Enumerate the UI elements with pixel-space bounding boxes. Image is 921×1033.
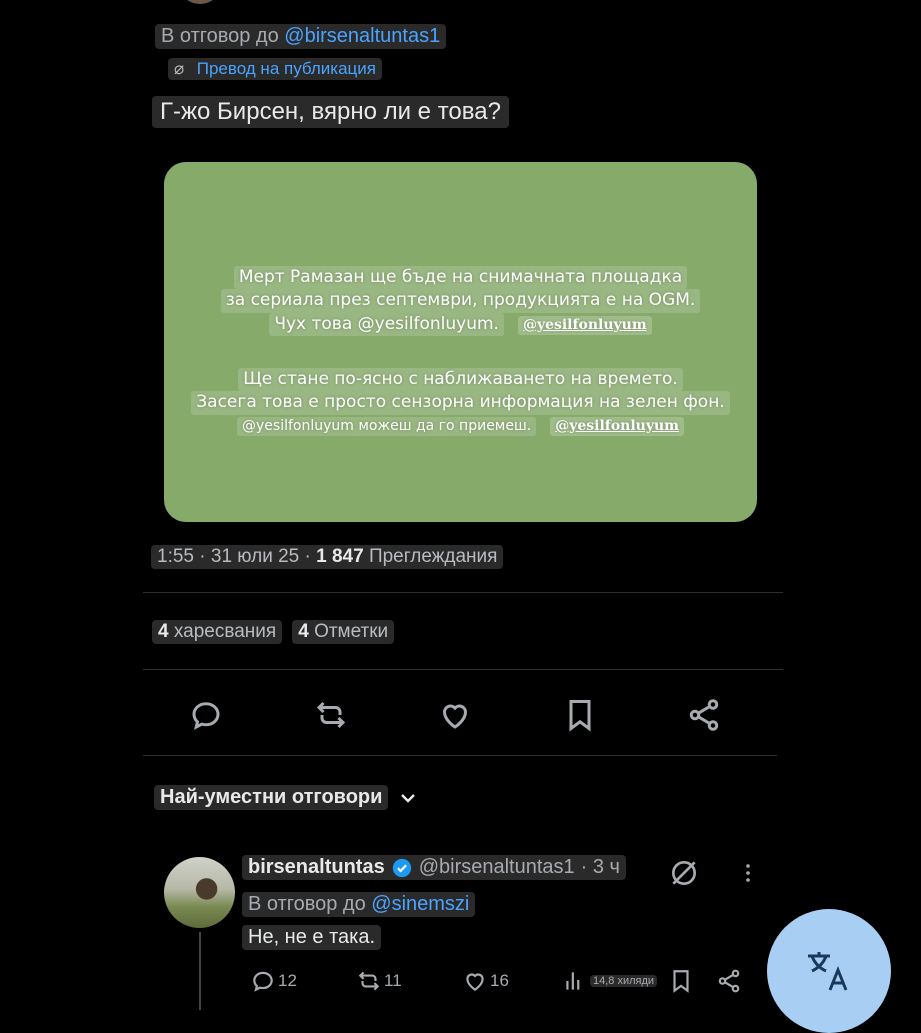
views-icon: [566, 972, 580, 990]
reply-icon: [192, 702, 220, 730]
more-icon[interactable]: [736, 861, 760, 885]
reply-header: birsenaltuntas @birsenaltuntas1 · 3 ч: [242, 855, 626, 880]
bookmark-button[interactable]: [544, 688, 616, 742]
like-button[interactable]: [419, 688, 491, 742]
media-text-line: Мерт Рамазан ще бъде на снимачната площа…: [233, 266, 688, 290]
reply-share-button[interactable]: [716, 968, 742, 994]
like-icon: [466, 973, 484, 991]
like-icon: [442, 704, 468, 729]
bookmarks-label: Отметки: [314, 621, 389, 642]
post-meta: 1:55 · 31 юли 25 · 1 847 Преглеждания: [151, 545, 504, 569]
separator: ·: [199, 546, 206, 567]
repost-icon: [358, 971, 380, 991]
media-tag: @yesilfonluyum: [550, 416, 684, 436]
reply-time: · 3 ч: [580, 856, 620, 878]
likes-label: харесвания: [173, 621, 277, 642]
separator: ·: [304, 546, 311, 567]
bookmark-icon: [569, 700, 590, 732]
like-count: 16: [490, 971, 509, 990]
share-button[interactable]: [668, 688, 740, 742]
post-stats: 4 харесвания 4 Отметки: [152, 620, 395, 644]
reply-action-bar: 12 11 16 14,8 хиляди: [250, 968, 750, 1002]
chevron-down-icon: [401, 793, 416, 803]
media-text-line: Засега това е просто сензорна информация…: [191, 391, 730, 415]
bookmarks-stat[interactable]: 4 Отметки: [292, 620, 395, 644]
divider: [143, 755, 777, 756]
reply-icon: [253, 971, 273, 992]
reply-handle-link[interactable]: @sinemszi: [371, 893, 469, 915]
verified-icon: [392, 858, 411, 877]
divider: [143, 592, 783, 593]
reply-header-icons: [668, 857, 760, 889]
reply-count: 12: [278, 971, 297, 990]
media-text-line: за сериала през септември, продукцията е…: [220, 289, 701, 313]
views-count: 14,8 хиляди: [590, 975, 658, 987]
reply-bookmark-button[interactable]: [668, 968, 694, 994]
grok-icon[interactable]: [668, 857, 700, 889]
translate-label: Превод на публикация: [196, 59, 376, 78]
replies-sort-dropdown[interactable]: Най-уместни отговори: [154, 785, 420, 810]
post-action-bar: [170, 688, 740, 742]
reply-context: В отговор до @birsenaltuntas1: [155, 24, 447, 49]
post-text: Г-жо Бирсен, вярно ли е това?: [152, 96, 509, 128]
repost-icon: [316, 701, 345, 729]
thread-line: [199, 932, 201, 1010]
reply-views-button[interactable]: 14,8 хиляди: [562, 968, 658, 994]
share-icon: [718, 969, 740, 993]
sort-label: Най-уместни отговори: [154, 785, 389, 810]
reply-handle-link[interactable]: @birsenaltuntas1: [284, 25, 440, 47]
view-count: 1 847: [316, 546, 364, 567]
reply-prefix: В отговор до: [161, 25, 279, 47]
reply-prefix: В отговор до: [248, 893, 366, 915]
post-media-image[interactable]: Мерт Рамазан ще бъде на снимачната площа…: [164, 162, 757, 522]
views-label: Преглеждания: [368, 546, 498, 567]
divider: [143, 669, 783, 670]
reply-button[interactable]: [170, 688, 242, 742]
post-date: 31 юли 25: [210, 546, 300, 567]
reply-author-handle[interactable]: @birsenaltuntas1: [419, 856, 575, 879]
reply-text: Не, не е така.: [242, 925, 382, 950]
translate-fab-button[interactable]: [767, 909, 891, 1033]
likes-count: 4: [158, 621, 169, 642]
translate-post-button[interactable]: ⌀ Превод на публикация: [168, 58, 382, 80]
bookmarks-count: 4: [298, 621, 309, 642]
media-text-line: @yesilfonluyum можеш да го приемеш.: [237, 416, 537, 436]
repost-button[interactable]: [295, 688, 367, 742]
avatar[interactable]: [164, 857, 235, 928]
repost-count: 11: [384, 971, 402, 990]
share-icon: [689, 699, 719, 731]
translate-icon: ⌀: [174, 59, 185, 78]
bookmark-icon: [673, 970, 689, 993]
parent-avatar[interactable]: [178, 0, 222, 4]
reply-context: В отговор до @sinemszi: [242, 892, 476, 917]
likes-stat[interactable]: 4 харесвания: [152, 620, 283, 644]
reply-repost-button[interactable]: 11: [356, 968, 402, 994]
reply-like-button[interactable]: 16: [462, 968, 509, 994]
media-tag: @yesilfonluyum: [517, 315, 652, 335]
post-time: 1:55: [157, 546, 194, 567]
reply-author-name[interactable]: birsenaltuntas: [248, 856, 385, 879]
reply-reply-button[interactable]: 12: [250, 968, 297, 994]
media-text-line: Ще стане по-ясно с наближаването на врем…: [238, 368, 683, 392]
media-text-line: Чух това @yesilfonluyum.: [269, 312, 504, 336]
translate-icon: [808, 952, 848, 991]
